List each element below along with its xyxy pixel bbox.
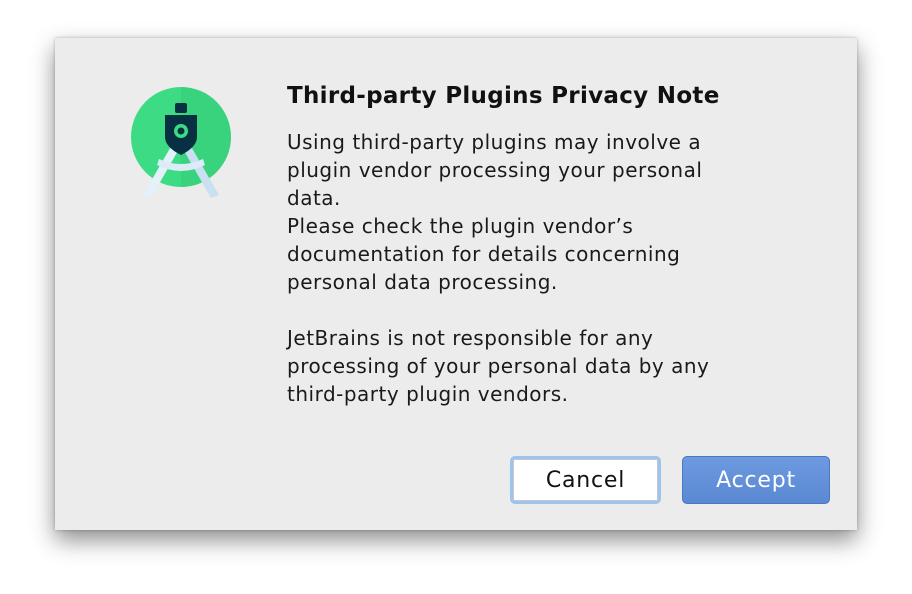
dialog-message: Using third-party plugins may involve a … bbox=[287, 128, 757, 408]
message-paragraph-2: Please check the plugin vendor’s documen… bbox=[287, 214, 681, 294]
privacy-note-dialog: Third-party Plugins Privacy Note Using t… bbox=[55, 38, 857, 530]
dialog-content: Third-party Plugins Privacy Note Using t… bbox=[287, 80, 827, 408]
accept-button[interactable]: Accept bbox=[682, 456, 830, 504]
dialog-title: Third-party Plugins Privacy Note bbox=[287, 83, 720, 109]
cancel-button[interactable]: Cancel bbox=[510, 456, 661, 504]
message-paragraph-1: Using third-party plugins may involve a … bbox=[287, 130, 703, 210]
android-studio-icon bbox=[129, 87, 233, 199]
message-paragraph-3: JetBrains is not responsible for any pro… bbox=[287, 326, 710, 406]
